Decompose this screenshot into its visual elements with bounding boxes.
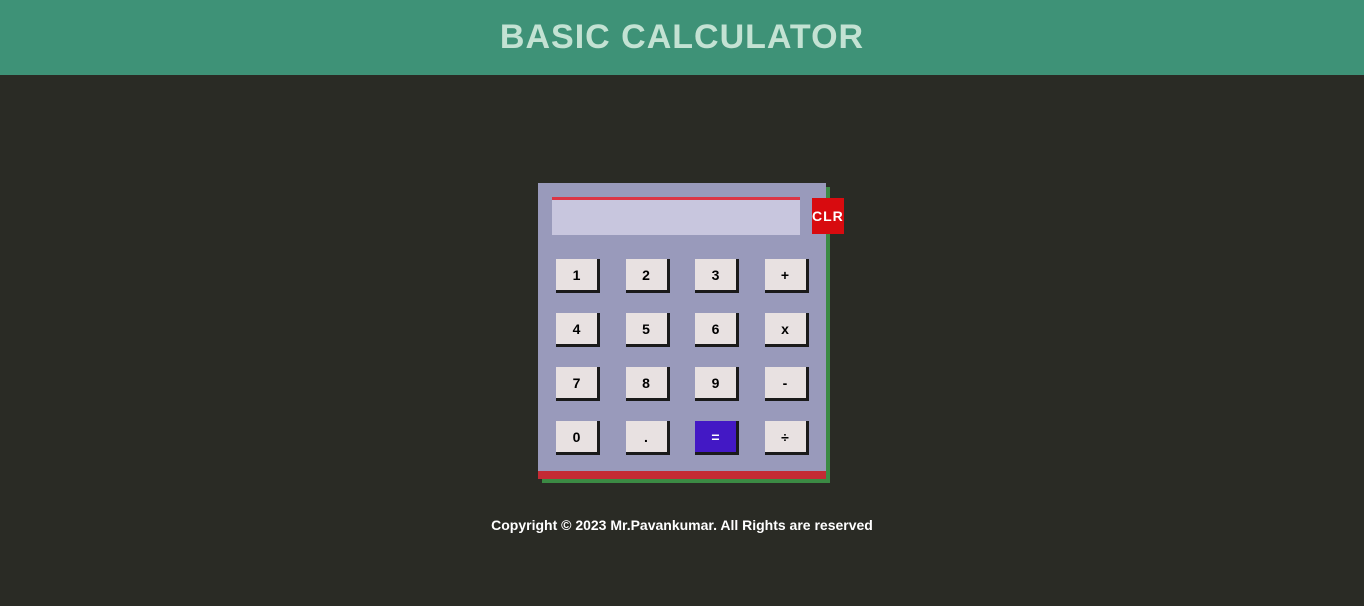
- key-0[interactable]: 0: [556, 421, 600, 455]
- key-3[interactable]: 3: [695, 259, 739, 293]
- key-2[interactable]: 2: [626, 259, 670, 293]
- key-dot[interactable]: .: [626, 421, 670, 455]
- key-4[interactable]: 4: [556, 313, 600, 347]
- key-equals[interactable]: =: [695, 421, 739, 455]
- key-5[interactable]: 5: [626, 313, 670, 347]
- keypad: 1 2 3 + 4 5 6 x 7 8 9 - 0 . = ÷: [552, 259, 818, 459]
- key-8[interactable]: 8: [626, 367, 670, 401]
- key-minus[interactable]: -: [765, 367, 809, 401]
- calculator-body: CLR 1 2 3 + 4 5 6 x 7 8 9 - 0 . = ÷: [538, 183, 826, 479]
- key-7[interactable]: 7: [556, 367, 600, 401]
- display-row: CLR: [552, 197, 818, 235]
- page-title: BASIC CALCULATOR: [0, 18, 1364, 57]
- clear-button[interactable]: CLR: [812, 198, 844, 234]
- calculator-display[interactable]: [552, 197, 800, 235]
- key-6[interactable]: 6: [695, 313, 739, 347]
- main-content: CLR 1 2 3 + 4 5 6 x 7 8 9 - 0 . = ÷ Copy…: [0, 75, 1364, 533]
- key-1[interactable]: 1: [556, 259, 600, 293]
- copyright-text: Copyright © 2023 Mr.Pavankumar. All Righ…: [0, 517, 1364, 533]
- key-plus[interactable]: +: [765, 259, 809, 293]
- app-header: BASIC CALCULATOR: [0, 0, 1364, 75]
- key-divide[interactable]: ÷: [765, 421, 809, 455]
- footer: Copyright © 2023 Mr.Pavankumar. All Righ…: [0, 517, 1364, 533]
- key-multiply[interactable]: x: [765, 313, 809, 347]
- key-9[interactable]: 9: [695, 367, 739, 401]
